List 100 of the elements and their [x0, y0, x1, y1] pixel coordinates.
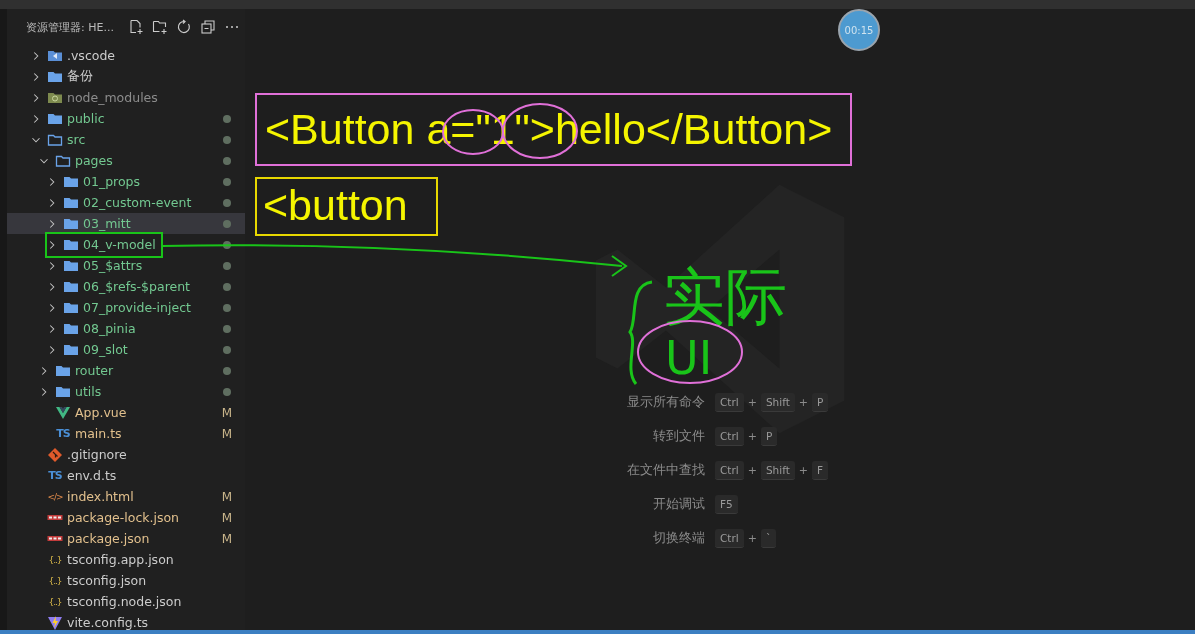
key-cap: F [812, 460, 829, 480]
json-icon: {..} [47, 596, 63, 607]
file-name: 06_$refs-$parent [83, 279, 191, 294]
tree-item[interactable]: TS main.ts M [7, 423, 245, 444]
tree-item[interactable]: package.json M [7, 528, 245, 549]
code-annotation: <button [255, 177, 438, 236]
tree-item[interactable]: .vscode [7, 45, 245, 66]
shortcut-label: 在文件中查找 [626, 461, 705, 479]
key-cap: Ctrl [715, 528, 744, 548]
git-status-dot [223, 282, 231, 291]
shortcut-label: 开始调试 [652, 495, 705, 513]
tree-item[interactable]: TS env.d.ts [7, 465, 245, 486]
tree-item[interactable]: {..} tsconfig.node.json [7, 591, 245, 612]
file-name: index.html [67, 489, 135, 504]
key-separator: + [747, 395, 757, 409]
file-name: package.json [67, 531, 151, 546]
tree-item[interactable]: 01_props [7, 171, 245, 192]
file-name: tsconfig.app.json [67, 552, 175, 567]
git-status-dot [223, 387, 231, 396]
html-icon: </> [47, 491, 63, 502]
shortcut-label: 切换终端 [652, 529, 705, 547]
json-icon: {..} [47, 575, 63, 586]
tree-item[interactable]: App.vue M [7, 402, 245, 423]
tree-item[interactable]: router [7, 360, 245, 381]
file-name: 09_slot [83, 342, 129, 357]
file-name: 备份 [67, 68, 94, 85]
git-status-dot [223, 261, 231, 270]
vue-icon [55, 404, 71, 421]
refresh-icon[interactable] [175, 19, 192, 35]
new-folder-icon[interactable] [151, 19, 168, 35]
key-separator: + [798, 463, 808, 477]
git-status-dot [223, 324, 231, 333]
tree-item[interactable]: utils [7, 381, 245, 402]
tree-item[interactable]: public [7, 108, 245, 129]
key-cap: Ctrl [715, 392, 744, 412]
tree-item[interactable]: 备份 [7, 66, 245, 87]
tree-item[interactable]: node_modules [7, 87, 245, 108]
new-file-icon[interactable] [127, 19, 144, 35]
git-status: M [221, 489, 233, 504]
key-separator: + [747, 463, 757, 477]
git-status-dot [223, 135, 231, 144]
typescript-icon: TS [47, 469, 63, 482]
tree-item[interactable]: vite.config.ts [7, 612, 245, 630]
file-name: 05_$attrs [83, 258, 144, 273]
file-name: env.d.ts [67, 468, 118, 483]
file-name: main.ts [75, 426, 123, 441]
file-name: vite.config.ts [67, 615, 150, 630]
key-cap: P [760, 426, 778, 446]
diamond-icon [47, 446, 63, 463]
tree-item[interactable]: pages [7, 150, 245, 171]
git-status-dot [223, 198, 231, 207]
tree-item[interactable]: {..} tsconfig.app.json [7, 549, 245, 570]
git-status-dot [223, 303, 231, 312]
git-status: M [221, 405, 233, 420]
timer-badge: 00:15 [838, 9, 880, 51]
file-name: 04_v-model [83, 237, 157, 252]
file-name: 08_pinia [83, 321, 137, 336]
tree-item[interactable]: .gitignore [7, 444, 245, 465]
file-name: App.vue [75, 405, 128, 420]
file-name: src [67, 132, 87, 147]
tree-item[interactable]: 08_pinia [7, 318, 245, 339]
tree-item[interactable]: src [7, 129, 245, 150]
key-separator: + [747, 531, 757, 545]
file-name: 02_custom-event [83, 195, 193, 210]
key-separator: + [747, 429, 757, 443]
file-name: pages [75, 153, 114, 168]
collapse-icon[interactable] [199, 19, 216, 35]
tree-item[interactable]: {..} tsconfig.json [7, 570, 245, 591]
tree-item[interactable]: 04_v-model [7, 234, 245, 255]
file-name: .gitignore [67, 447, 128, 462]
git-status-dot [223, 156, 231, 165]
git-status-dot [223, 240, 231, 249]
file-name: package-lock.json [67, 510, 181, 525]
tree-item[interactable]: 03_mitt [7, 213, 245, 234]
key-cap: F5 [715, 494, 738, 514]
typescript-icon: TS [55, 427, 71, 440]
key-cap: Shift [760, 460, 795, 480]
tree-item[interactable]: package-lock.json M [7, 507, 245, 528]
panel-title: 资源管理器: HE... [26, 19, 114, 35]
tree-item[interactable]: 06_$refs-$parent [7, 276, 245, 297]
git-status-dot [223, 366, 231, 375]
tree-item[interactable]: </> index.html M [7, 486, 245, 507]
tree-item[interactable]: 09_slot [7, 339, 245, 360]
git-status-dot [223, 114, 231, 123]
git-status: M [221, 510, 233, 525]
tree-item[interactable]: 02_custom-event [7, 192, 245, 213]
git-status-dot [223, 219, 231, 228]
git-status: M [221, 531, 233, 546]
key-cap: P [812, 392, 829, 412]
file-name: utils [75, 384, 103, 399]
tree-item[interactable]: 05_$attrs [7, 255, 245, 276]
file-name: 01_props [83, 174, 142, 189]
file-name: .vscode [67, 48, 117, 63]
file-name: public [67, 111, 106, 126]
shortcut-label: 显示所有命令 [626, 393, 705, 411]
key-cap: Ctrl [715, 460, 744, 480]
file-name: node_modules [67, 90, 159, 105]
tree-item[interactable]: 07_provide-inject [7, 297, 245, 318]
file-name: router [75, 363, 115, 378]
key-cap: Ctrl [715, 426, 744, 446]
